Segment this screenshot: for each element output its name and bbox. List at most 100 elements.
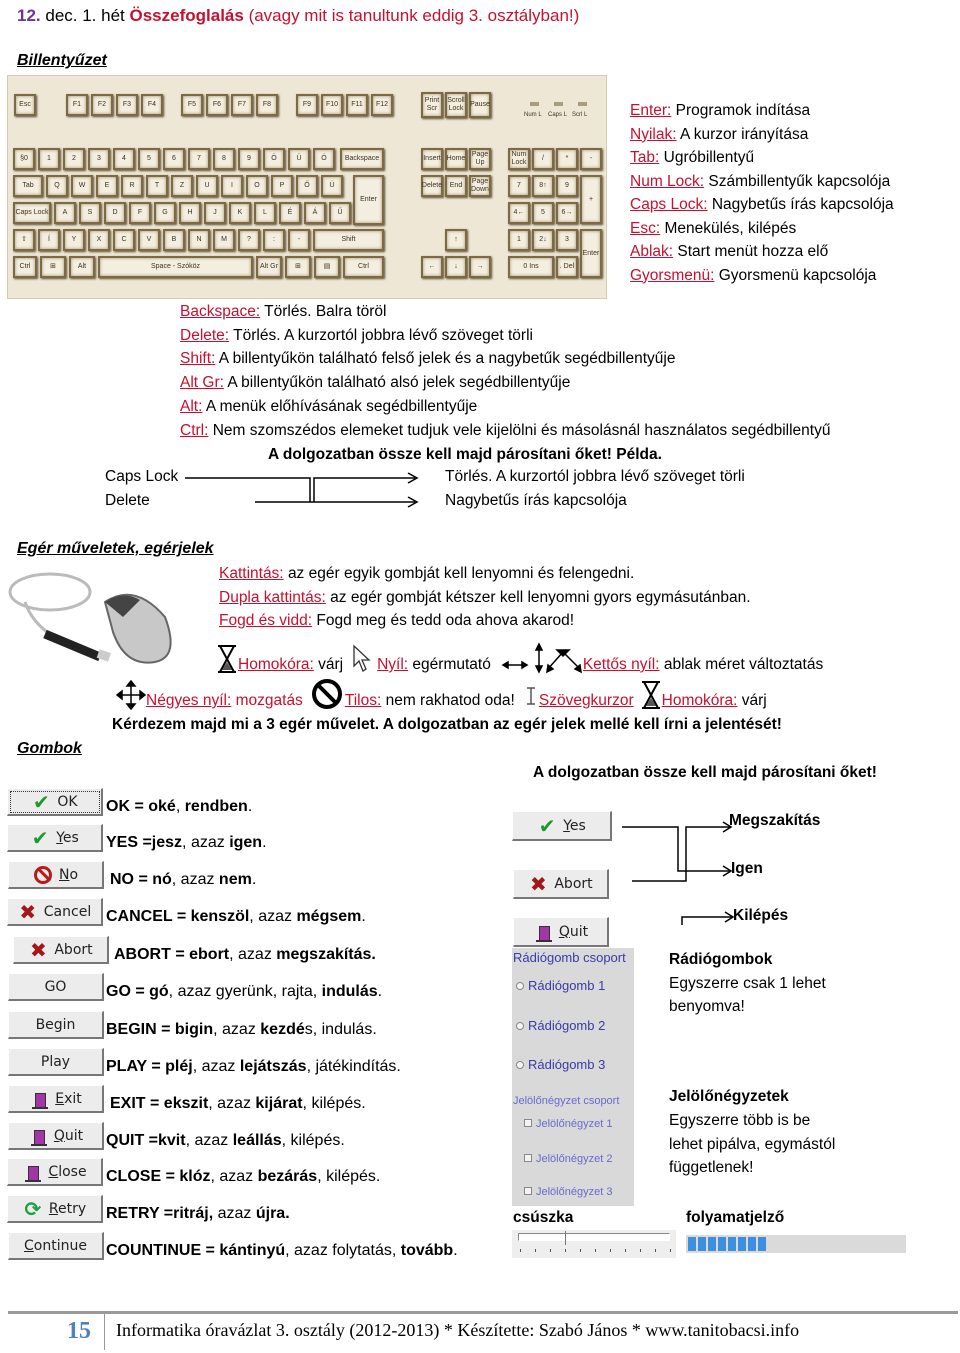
key-left-ctrl: Ctrl: [13, 256, 37, 278]
operation-key: Kattintás:: [219, 565, 284, 582]
slider[interactable]: [512, 1230, 676, 1258]
checkbox-label: Jelölőnégyzet 3: [536, 1186, 613, 1198]
key-scroll-lock: Scroll Lock: [445, 92, 467, 118]
keyboard-key: E: [96, 175, 118, 197]
checkbox-3[interactable]: Jelölőnégyzet 3: [524, 1186, 612, 1198]
door-exit-icon: [29, 1089, 49, 1109]
button-retry[interactable]: ⟳ Retry: [7, 1195, 103, 1223]
operation-key: Dupla kattintás:: [219, 588, 326, 606]
keyboard-key: D: [104, 202, 126, 224]
example-left-1: Caps Lock: [105, 468, 179, 485]
slider-tick: [535, 1249, 536, 1252]
footer-separator: [104, 1314, 105, 1350]
key-f9: F9: [296, 94, 318, 116]
button-description: RETRY =ritráj, azaz újra.: [106, 1205, 290, 1223]
key-page-down: Page Down: [469, 175, 491, 197]
keyboard-key: I: [221, 175, 243, 197]
progress-segment: [748, 1237, 756, 1251]
description-part: , kilépés.: [281, 1132, 345, 1149]
operation-text: az egér gombját kétszer kell lenyomni gy…: [330, 588, 751, 606]
led-label: Num L: [524, 112, 542, 118]
description-part: bezárás: [257, 1168, 318, 1185]
footer-divider: [8, 1311, 958, 1314]
pair-target-2: Igen: [731, 860, 763, 877]
progress-bar: [686, 1235, 906, 1253]
keyboard-key: Ű: [329, 202, 351, 224]
lesson-number: 12.: [17, 6, 41, 25]
mouse-operation-row: Kattintás: az egér egyik gombját kell le…: [219, 562, 634, 586]
button-no[interactable]: No: [8, 861, 104, 889]
mouse-operation-row: Dupla kattintás: az egér gombját kétszer…: [219, 586, 751, 610]
button-description: ABORT = ebort, azaz megszakítás.: [114, 946, 376, 964]
button-close[interactable]: Close: [7, 1158, 103, 1186]
definition-row: Tab: Ugróbillentyű: [630, 146, 754, 170]
keyboard-key: P: [271, 175, 293, 197]
definition-row: Alt Gr: A billentyűkön található alsó je…: [180, 371, 570, 395]
radio-3[interactable]: Rádiógomb 3: [516, 1057, 605, 1072]
key-f5: F5: [181, 94, 203, 116]
definition-key: Gyorsmenü:: [630, 266, 715, 284]
key-enter: Enter: [353, 175, 384, 225]
pair-button-label: Abort: [554, 875, 593, 892]
description-part: .: [453, 1242, 458, 1259]
radio-2[interactable]: Rádiógomb 2: [516, 1018, 605, 1033]
x-icon: ✖: [19, 899, 37, 924]
description-part: megszakítás.: [276, 946, 376, 963]
progress-label: folyamatjelző: [686, 1209, 785, 1226]
pair-button-abort[interactable]: ✖ Abort: [513, 869, 609, 899]
radio-1[interactable]: Rádiógomb 1: [516, 978, 605, 993]
button-ok[interactable]: ✔ OK: [7, 788, 103, 816]
key-num-lock: Num Lock: [508, 148, 530, 170]
button-go[interactable]: GO: [8, 973, 104, 1001]
button-cancel[interactable]: ✖ Cancel: [7, 898, 103, 926]
button-description: CLOSE = klóz, azaz bezárás, kilépés.: [106, 1168, 380, 1186]
checkbox-1[interactable]: Jelölőnégyzet 1: [524, 1118, 612, 1130]
key-num-0: 0 Ins: [508, 256, 554, 278]
button-description: COUNTINUE = kántinyú, azaz folytatás, to…: [106, 1242, 458, 1260]
forbidden-icon: [311, 679, 342, 709]
slider-tick: [625, 1249, 626, 1252]
progress-segment: [728, 1237, 736, 1251]
keyboard-key: Á: [304, 202, 326, 224]
slider-tick: [655, 1249, 656, 1252]
button-play[interactable]: Play: [8, 1048, 104, 1076]
description-part: , azaz: [229, 946, 277, 963]
keyboard-key: X: [88, 229, 110, 251]
keyboard-key: 2: [63, 148, 85, 170]
keyboard-key: U: [196, 175, 218, 197]
description-part: rendben: [184, 798, 248, 815]
key-numpad: 6→: [556, 202, 578, 224]
refresh-icon: ⟳: [24, 1196, 42, 1221]
progress-fill: [688, 1237, 766, 1251]
no-entry-icon: [33, 865, 53, 885]
pair-button-quit[interactable]: Quit: [513, 917, 609, 947]
mouse-operation-row: Fogd és vidd: Fogd meg és tedd oda ahova…: [219, 609, 574, 633]
button-abort[interactable]: ✖ Abort: [13, 936, 109, 964]
page-subtitle: (avagy mit is tanultunk eddig 3. osztály…: [248, 6, 580, 25]
slider-thumb[interactable]: [565, 1231, 569, 1245]
key-windows-right: ⊞: [285, 256, 311, 278]
button-description: EXIT = ekszit, azaz kijárat, kilépés.: [110, 1095, 366, 1113]
button-exit[interactable]: Exit: [8, 1085, 104, 1113]
button-continue[interactable]: Continue: [8, 1232, 104, 1260]
definition-key: Ctrl:: [180, 421, 209, 439]
arrow-line-1: [185, 477, 311, 502]
progress-segment: [758, 1237, 766, 1251]
checkbox-2[interactable]: Jelölőnégyzet 2: [524, 1153, 612, 1165]
slider-tick: [670, 1249, 671, 1252]
progress-segment: [698, 1237, 706, 1251]
button-description: NO = nó, azaz nem.: [110, 871, 256, 889]
button-quit[interactable]: Quit: [8, 1122, 104, 1150]
button-description: CANCEL = kenszöl, azaz mégsem.: [106, 908, 366, 926]
description-part: kijárat: [255, 1095, 303, 1112]
keyboard-key: Ő: [296, 175, 318, 197]
slider-tick: [520, 1249, 521, 1252]
keyboard-key: B: [163, 229, 185, 251]
buttons-pairing-arrows: [622, 821, 735, 925]
key-home: Home: [445, 148, 467, 170]
pair-button-yes[interactable]: ✔ Yes: [512, 811, 612, 841]
button-begin[interactable]: Begin: [8, 1011, 104, 1039]
button-label: Play: [40, 1053, 71, 1070]
button-yes[interactable]: ✔ Yes: [7, 824, 103, 852]
cursor-desc-move: mozgatás: [235, 692, 303, 709]
